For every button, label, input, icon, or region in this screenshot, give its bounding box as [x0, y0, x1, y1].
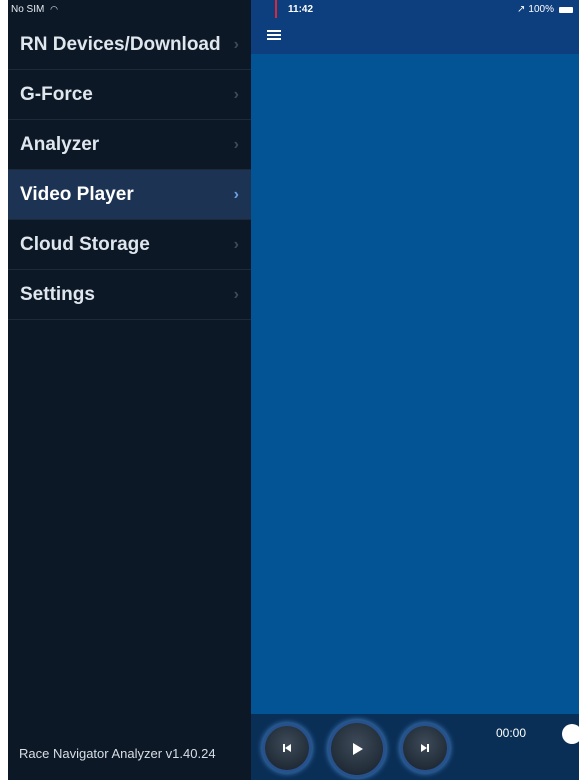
menu-item-rn-devices[interactable]: RN Devices/Download › [8, 20, 251, 70]
chevron-right-icon: › [233, 35, 239, 53]
chevron-right-icon: › [233, 135, 239, 153]
skip-back-button[interactable] [265, 726, 309, 770]
carrier-label: No SIM [11, 4, 45, 15]
chevron-right-icon: › [233, 285, 239, 303]
menu-item-label: Settings [20, 283, 95, 305]
menu-item-label: Analyzer [20, 133, 100, 155]
play-button[interactable] [331, 723, 383, 775]
app-version-label: Race Navigator Analyzer v1.40.24 [19, 746, 216, 761]
cursor-marker [275, 0, 277, 18]
status-bar-right: ↗ 100% [517, 4, 573, 15]
menu-item-video-player[interactable]: Video Player › [8, 170, 251, 220]
status-time: 11:42 [288, 4, 314, 15]
seek-slider-handle[interactable] [562, 724, 579, 744]
skip-forward-icon [421, 744, 429, 752]
location-icon: ↗ [517, 4, 526, 15]
chevron-right-icon: › [233, 235, 239, 253]
menu-item-analyzer[interactable]: Analyzer › [8, 120, 251, 170]
skip-back-icon [283, 744, 291, 752]
menu-item-label: G-Force [20, 83, 93, 105]
chevron-right-icon: › [233, 185, 239, 203]
navigation-bar: 11:42 ↗ 100% [251, 0, 579, 54]
menu-item-cloud-storage[interactable]: Cloud Storage › [8, 220, 251, 270]
battery-percent: 100% [528, 4, 554, 15]
skip-forward-button[interactable] [403, 726, 447, 770]
playback-time: 00:00 [496, 726, 527, 740]
battery-icon [559, 6, 573, 13]
menu-item-g-force[interactable]: G-Force › [8, 70, 251, 120]
chevron-right-icon: › [233, 85, 239, 103]
status-bar-left: No SIM ◠ [8, 0, 251, 18]
menu-toggle-icon[interactable] [267, 30, 281, 40]
playback-controls: 00:00 [251, 714, 579, 780]
wifi-icon: ◠ [50, 4, 58, 14]
video-player-area: 11:42 ↗ 100% 00:00 [251, 0, 579, 780]
play-icon [353, 743, 363, 755]
side-menu: No SIM ◠ RN Devices/Download › G-Force ›… [8, 0, 251, 780]
menu-item-label: Cloud Storage [20, 233, 150, 255]
menu-item-settings[interactable]: Settings › [8, 270, 251, 320]
menu-item-label: Video Player [20, 183, 134, 205]
menu-list: RN Devices/Download › G-Force › Analyzer… [8, 20, 251, 320]
menu-item-label: RN Devices/Download [20, 33, 221, 55]
